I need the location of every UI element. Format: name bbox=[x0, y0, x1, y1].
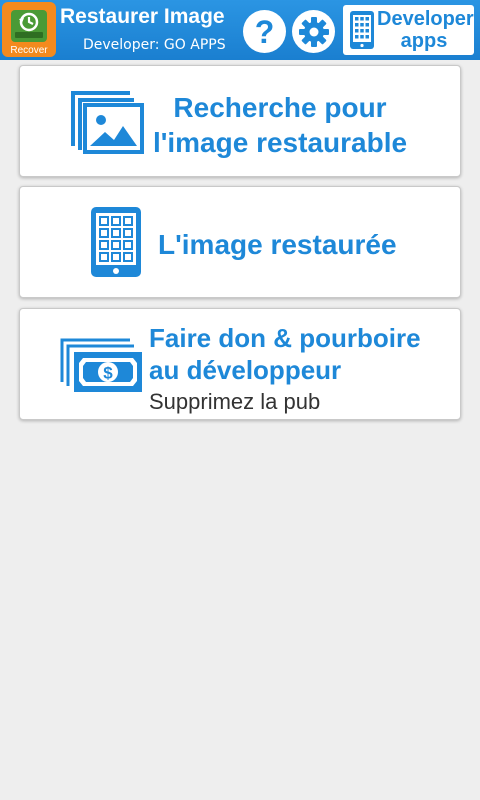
developer-apps-button[interactable]: Developer apps bbox=[343, 5, 474, 55]
developer-apps-line2: apps bbox=[400, 30, 448, 52]
help-button[interactable]: ? bbox=[243, 10, 286, 53]
money-stack-icon: $ bbox=[60, 338, 142, 392]
card-title-line2: l'image restaurable bbox=[152, 127, 408, 158]
help-icon: ? bbox=[254, 13, 275, 50]
tablet-grid-icon bbox=[350, 11, 374, 49]
recover-app-icon: Recover bbox=[2, 2, 56, 57]
restored-images-button[interactable]: L'image restaurée bbox=[19, 186, 461, 298]
app-title: Restaurer Image bbox=[60, 5, 225, 28]
developer-apps-line1: Developer bbox=[377, 8, 474, 30]
images-stack-icon bbox=[71, 91, 144, 154]
drive-icon bbox=[11, 10, 47, 42]
search-restorable-images-button[interactable]: Recherche pour l'image restaurable bbox=[19, 65, 461, 177]
settings-button[interactable] bbox=[292, 10, 335, 53]
card-title-line1: Recherche pour bbox=[173, 92, 387, 123]
card-title: Faire don & pourboire au développeur bbox=[149, 322, 421, 386]
developer-subtitle: Developer: GO APPS bbox=[83, 37, 226, 53]
svg-text:$: $ bbox=[103, 364, 113, 383]
card-title: Recherche pour l'image restaurable bbox=[150, 90, 410, 160]
gear-icon bbox=[298, 16, 329, 47]
card-title-line1: Faire don & pourboire bbox=[149, 323, 421, 353]
card-title-line2: au développeur bbox=[149, 355, 342, 385]
donate-tip-developer-button[interactable]: $ Faire don & pourboire au développeur S… bbox=[19, 308, 461, 420]
card-title: L'image restaurée bbox=[158, 229, 397, 260]
tablet-grid-icon bbox=[91, 207, 141, 277]
app-icon-label: Recover bbox=[10, 45, 48, 56]
developer-apps-label: Developer apps bbox=[377, 8, 474, 52]
app-header: Recover Restaurer Image Developer: GO AP… bbox=[0, 0, 480, 60]
card-subtitle: Supprimez la pub bbox=[149, 389, 321, 414]
